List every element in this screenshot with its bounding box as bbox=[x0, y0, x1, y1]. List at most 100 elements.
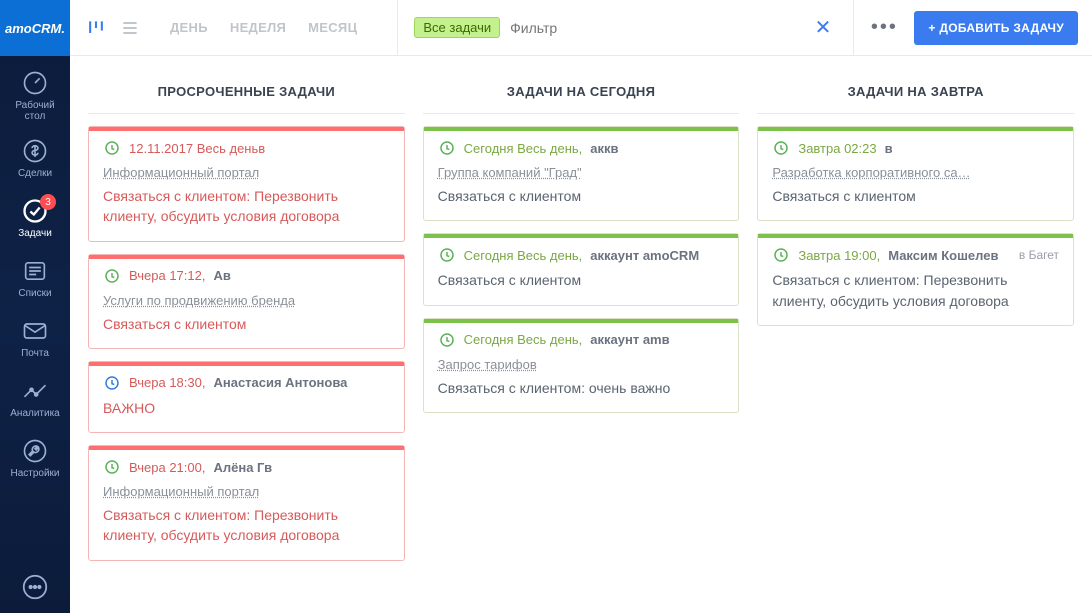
task-card[interactable]: Вчера 21:00, Алёна Гв Информационный пор… bbox=[88, 445, 405, 561]
sidebar: amoCRM. Рабочий стол Сделки Задачи 3 bbox=[0, 0, 70, 613]
card-link[interactable]: Группа компаний "Град" bbox=[438, 165, 582, 180]
more-menu-icon[interactable]: ••• bbox=[864, 16, 904, 39]
nav-label: Сделки bbox=[18, 168, 52, 179]
nav-label: Списки bbox=[18, 288, 51, 299]
card-link[interactable]: Разработка корпоративного са… bbox=[772, 165, 970, 180]
card-link[interactable]: Информационный портал bbox=[103, 484, 259, 499]
nav-label: Почта bbox=[21, 348, 49, 359]
view-kanban-icon[interactable] bbox=[84, 16, 108, 40]
card-meta: Сегодня Весь день, аккаунт amв Запрос та… bbox=[438, 331, 725, 372]
nav-badge: 3 bbox=[40, 194, 56, 210]
card-accent bbox=[758, 127, 1073, 131]
nav-settings[interactable]: Настройки bbox=[0, 428, 70, 488]
clock-icon bbox=[103, 374, 121, 392]
card-meta: Вчера 18:30, Анастасия Антонова bbox=[103, 374, 390, 392]
dollar-icon bbox=[21, 137, 49, 165]
nav-label: Рабочий стол bbox=[15, 100, 54, 122]
task-card[interactable]: Сегодня Весь день, аккаунт amoCRM Связат… bbox=[423, 233, 740, 305]
nav-lists[interactable]: Списки bbox=[0, 248, 70, 308]
card-time: Вчера 18:30, bbox=[129, 375, 205, 390]
task-card[interactable]: Вчера 17:12, Ав Услуги по продвижению бр… bbox=[88, 254, 405, 349]
card-meta: 12.11.2017 Весь деньв Информационный пор… bbox=[103, 139, 390, 180]
card-meta: Завтра 02:23 в Разработка корпоративного… bbox=[772, 139, 1059, 180]
view-list-icon[interactable] bbox=[118, 16, 142, 40]
nav-label: Настройки bbox=[10, 468, 59, 479]
card-desc: Связаться с клиентом: Перезвонить клиент… bbox=[103, 186, 390, 227]
column-today: ЗАДАЧИ НА СЕГОДНЯ Сегодня Весь день, акк… bbox=[423, 74, 740, 595]
card-desc: Связаться с клиентом bbox=[103, 314, 390, 334]
nav-mail[interactable]: Почта bbox=[0, 308, 70, 368]
card-time: Завтра 02:23 bbox=[798, 141, 876, 156]
card-accent bbox=[89, 362, 404, 366]
card-link[interactable]: в Багет bbox=[1019, 248, 1059, 262]
add-task-button[interactable]: + ДОБАВИТЬ ЗАДАЧУ bbox=[914, 11, 1078, 45]
wrench-icon bbox=[21, 437, 49, 465]
card-accent bbox=[758, 234, 1073, 238]
card-accent bbox=[424, 319, 739, 323]
task-card[interactable]: Вчера 18:30, Анастасия Антонова ВАЖНО bbox=[88, 361, 405, 433]
column-overdue: ПРОСРОЧЕННЫЕ ЗАДАЧИ 12.11.2017 Весь день… bbox=[88, 74, 405, 595]
task-card[interactable]: Сегодня Весь день, аккв Группа компаний … bbox=[423, 126, 740, 221]
nav-label: Аналитика bbox=[10, 408, 60, 419]
chat-icon bbox=[20, 572, 50, 602]
nav-deals[interactable]: Сделки bbox=[0, 128, 70, 188]
card-desc: Связаться с клиентом: Перезвонить клиент… bbox=[103, 505, 390, 546]
nav-analytics[interactable]: Аналитика bbox=[0, 368, 70, 428]
nav-label: Задачи bbox=[18, 228, 52, 239]
nav-chat[interactable] bbox=[20, 561, 50, 613]
cards: 12.11.2017 Весь деньв Информационный пор… bbox=[88, 114, 405, 561]
nav-dashboard[interactable]: Рабочий стол bbox=[0, 62, 70, 128]
list-icon bbox=[21, 257, 49, 285]
analytics-icon bbox=[21, 377, 49, 405]
period-day[interactable]: ДЕНЬ bbox=[170, 20, 208, 35]
card-link[interactable]: Услуги по продвижению бренда bbox=[103, 293, 295, 308]
period-week[interactable]: НЕДЕЛЯ bbox=[230, 20, 286, 35]
card-desc: Связаться с клиентом bbox=[438, 186, 725, 206]
card-desc: Связаться с клиентом: Перезвонить клиент… bbox=[772, 270, 1059, 311]
card-who: Анастасия Антонова bbox=[213, 375, 347, 390]
card-desc: ВАЖНО bbox=[103, 398, 390, 418]
card-accent bbox=[89, 255, 404, 259]
card-time: Вчера 17:12, bbox=[129, 268, 205, 283]
card-who: Максим Кошелев bbox=[888, 248, 998, 263]
card-who: в bbox=[885, 141, 893, 156]
card-who: аккв bbox=[590, 141, 618, 156]
card-desc: Связаться с клиентом bbox=[772, 186, 1059, 206]
topbar: ДЕНЬ НЕДЕЛЯ МЕСЯЦ Все задачи ✕ ••• + ДОБ… bbox=[70, 0, 1092, 56]
column-tomorrow: ЗАДАЧИ НА ЗАВТРА Завтра 02:23 в Разработ… bbox=[757, 74, 1074, 595]
clock-icon bbox=[772, 246, 790, 264]
card-meta: Сегодня Весь день, аккаунт amoCRM bbox=[438, 246, 725, 264]
card-time: Сегодня Весь день, bbox=[464, 332, 583, 347]
clock-icon bbox=[103, 458, 121, 476]
card-who: Алёна Гв bbox=[213, 460, 272, 475]
task-card[interactable]: Сегодня Весь день, аккаунт amв Запрос та… bbox=[423, 318, 740, 413]
card-link[interactable]: Информационный портал bbox=[103, 165, 259, 180]
clock-icon bbox=[103, 267, 121, 285]
main: ДЕНЬ НЕДЕЛЯ МЕСЯЦ Все задачи ✕ ••• + ДОБ… bbox=[70, 0, 1092, 613]
card-time: 12.11.2017 Весь деньв bbox=[129, 141, 265, 156]
card-desc: Связаться с клиентом: очень важно bbox=[438, 378, 725, 398]
nav: Рабочий стол Сделки Задачи 3 Списки bbox=[0, 56, 70, 561]
task-card[interactable]: 12.11.2017 Весь деньв Информационный пор… bbox=[88, 126, 405, 242]
period-month[interactable]: МЕСЯЦ bbox=[308, 20, 357, 35]
board: ПРОСРОЧЕННЫЕ ЗАДАЧИ 12.11.2017 Весь день… bbox=[70, 56, 1092, 613]
card-link[interactable]: Запрос тарифов bbox=[438, 357, 537, 372]
filter-chip[interactable]: Все задачи bbox=[414, 17, 500, 38]
clock-icon bbox=[438, 139, 456, 157]
period-switch: ДЕНЬ НЕДЕЛЯ МЕСЯЦ bbox=[170, 20, 357, 35]
nav-tasks[interactable]: Задачи 3 bbox=[0, 188, 70, 248]
brand-logo[interactable]: amoCRM. bbox=[0, 0, 70, 56]
clock-icon bbox=[438, 331, 456, 349]
card-who: Ав bbox=[213, 268, 230, 283]
card-time: Сегодня Весь день, bbox=[464, 141, 583, 156]
card-accent bbox=[424, 127, 739, 131]
card-accent bbox=[424, 234, 739, 238]
column-title: ЗАДАЧИ НА ЗАВТРА bbox=[757, 74, 1074, 114]
card-who: аккаунт amoCRM bbox=[590, 248, 699, 263]
task-card[interactable]: Завтра 19:00, Максим Кошелев в Багет Свя… bbox=[757, 233, 1074, 326]
filter-input[interactable] bbox=[510, 20, 799, 36]
card-meta: Вчера 21:00, Алёна Гв Информационный пор… bbox=[103, 458, 390, 499]
mail-icon bbox=[21, 317, 49, 345]
task-card[interactable]: Завтра 02:23 в Разработка корпоративного… bbox=[757, 126, 1074, 221]
clear-filter-icon[interactable]: ✕ bbox=[809, 15, 838, 40]
